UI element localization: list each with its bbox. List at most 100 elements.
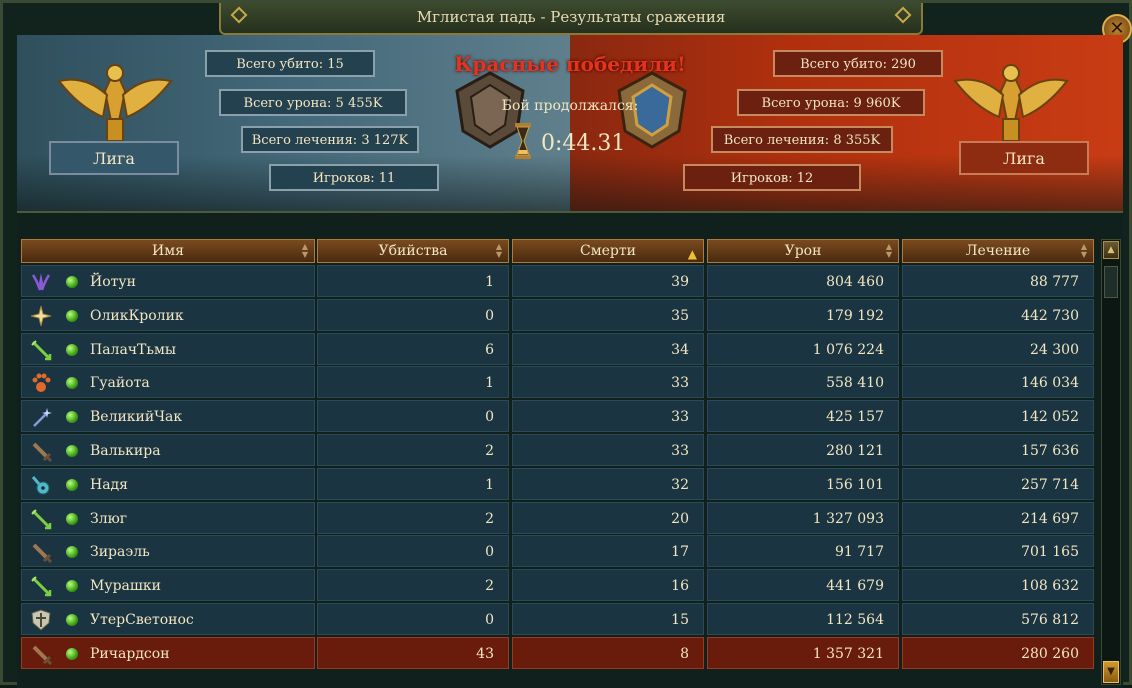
hourglass-icon [515, 123, 531, 159]
kills-cell: 2 [317, 501, 509, 534]
healing-cell: 576 812 [902, 603, 1094, 635]
red-player-count: Игроков: 12 [683, 164, 861, 191]
player-cell: Надя [21, 467, 315, 500]
column-header-name[interactable]: Имя ▲ ▼ [21, 239, 315, 263]
title-bar: Мглистая падь - Результаты сражения [219, 3, 923, 35]
online-status-icon [66, 478, 78, 491]
healing-cell: 108 632 [902, 569, 1094, 602]
league-eagle-icon [57, 64, 173, 142]
player-cell: УтерСветонос [21, 603, 315, 635]
paw-icon [32, 373, 51, 393]
sort-icon: ▲ ▼ [495, 242, 502, 259]
table-row[interactable]: Мурашки 2 16 441 679 108 632 [21, 569, 1095, 602]
arrow-icon [31, 576, 52, 597]
blue-total-healing: Всего лечения: 3 127K [241, 126, 419, 153]
player-cell: Гуайота [21, 366, 315, 399]
damage-cell: 558 410 [707, 366, 899, 399]
deaths-cell: 17 [512, 535, 704, 568]
damage-cell: 425 157 [707, 400, 899, 433]
healing-cell: 157 636 [902, 434, 1094, 466]
healing-cell: 142 052 [902, 400, 1094, 433]
table-row[interactable]: УтерСветонос 0 15 112 564 576 812 [21, 603, 1095, 635]
scroll-down-button[interactable]: ▼ [1103, 661, 1119, 683]
online-status-icon [66, 309, 78, 322]
table-row[interactable]: Валькира 2 33 280 121 157 636 [21, 434, 1095, 466]
blue-team-name: Лига [49, 141, 179, 175]
arrow-icon [31, 508, 52, 529]
sort-ascending-icon: ▲ [687, 247, 697, 261]
scroll-thumb[interactable] [1104, 266, 1118, 298]
sword-icon [32, 645, 52, 665]
sword-icon [32, 442, 52, 462]
column-header-healing[interactable]: Лечение ▲ ▼ [902, 239, 1094, 263]
damage-cell: 179 192 [707, 298, 899, 331]
table-row[interactable]: Надя 1 32 156 101 257 714 [21, 467, 1095, 500]
arrow-icon [31, 339, 52, 360]
player-name: Гуайота [90, 375, 150, 392]
sword-icon [32, 543, 52, 564]
red-total-damage: Всего урона: 9 960K [737, 89, 925, 116]
deaths-cell: 33 [512, 400, 704, 433]
healing-cell: 88 777 [902, 265, 1094, 297]
shield-icon [31, 609, 51, 631]
window-title: Мглистая падь - Результаты сражения [416, 8, 726, 26]
deaths-cell: 20 [512, 501, 704, 534]
deaths-cell: 34 [512, 332, 704, 365]
online-status-icon [66, 614, 78, 626]
lute-icon [31, 475, 50, 495]
deaths-cell: 15 [512, 603, 704, 635]
online-status-icon [66, 411, 78, 424]
red-total-kills: Всего убито: 290 [773, 50, 943, 77]
table-row[interactable]: ОликКролик 0 35 179 192 442 730 [21, 298, 1095, 331]
player-cell: Мурашки [21, 569, 315, 602]
claw-icon [31, 273, 51, 291]
scroll-up-button[interactable]: ▲ [1103, 241, 1119, 259]
kills-cell: 43 [317, 636, 509, 669]
deaths-cell: 32 [512, 467, 704, 500]
healing-cell: 257 714 [902, 467, 1094, 500]
table-row[interactable]: Йотун 1 39 804 460 88 777 [21, 265, 1095, 297]
player-name: ПалачТьмы [90, 341, 177, 358]
column-header-kills[interactable]: Убийства ▲ ▼ [317, 239, 509, 263]
table-row[interactable]: ПалачТьмы 6 34 1 076 224 24 300 [21, 332, 1095, 365]
player-cell: ПалачТьмы [21, 332, 315, 365]
player-name: ОликКролик [90, 307, 184, 324]
player-name: Ричардсон [90, 645, 170, 662]
player-name: Валькира [90, 443, 161, 459]
healing-cell: 280 260 [902, 636, 1094, 669]
player-cell: ВеликийЧак [21, 400, 315, 433]
kills-cell: 0 [317, 298, 509, 331]
red-total-healing: Всего лечения: 8 355K [711, 126, 893, 153]
cross-icon [30, 305, 52, 326]
kills-cell: 2 [317, 434, 509, 466]
healing-cell: 146 034 [902, 366, 1094, 399]
healing-cell: 214 697 [902, 501, 1094, 534]
player-cell: Зираэль [21, 535, 315, 568]
table-row[interactable]: Злюг 2 20 1 327 093 214 697 [21, 501, 1095, 534]
kills-cell: 0 [317, 603, 509, 635]
table-row[interactable]: Зираэль 0 17 91 717 701 165 [21, 535, 1095, 568]
damage-cell: 156 101 [707, 467, 899, 500]
league-eagle-icon [953, 64, 1069, 142]
player-cell: Злюг [21, 501, 315, 534]
battle-summary-banner: Лига Всего убито: 15 Всего урона: 5 455K… [17, 35, 1123, 213]
player-cell: Ричардсон [21, 636, 315, 669]
column-header-damage[interactable]: Урон ▲ ▼ [707, 239, 899, 263]
red-team-name: Лига [959, 141, 1089, 175]
table-row[interactable]: Ричардсон 43 8 1 357 321 280 260 [21, 636, 1095, 669]
column-header-deaths[interactable]: Смерти ▲ [512, 239, 704, 263]
damage-cell: 441 679 [707, 569, 899, 602]
blue-total-damage: Всего урона: 5 455K [219, 89, 407, 116]
table-row[interactable]: Гуайота 1 33 558 410 146 034 [21, 366, 1095, 399]
player-name: ВеликийЧак [90, 409, 183, 426]
player-cell: ОликКролик [21, 298, 315, 331]
damage-cell: 112 564 [707, 603, 899, 635]
online-status-icon [66, 377, 78, 390]
table-scrollbar[interactable]: ▲ ▼ [1101, 239, 1121, 685]
kills-cell: 2 [317, 569, 509, 602]
online-status-icon [66, 647, 78, 660]
online-status-icon [66, 580, 78, 593]
kills-cell: 0 [317, 535, 509, 568]
damage-cell: 1 327 093 [707, 501, 899, 534]
table-row[interactable]: ВеликийЧак 0 33 425 157 142 052 [21, 400, 1095, 433]
